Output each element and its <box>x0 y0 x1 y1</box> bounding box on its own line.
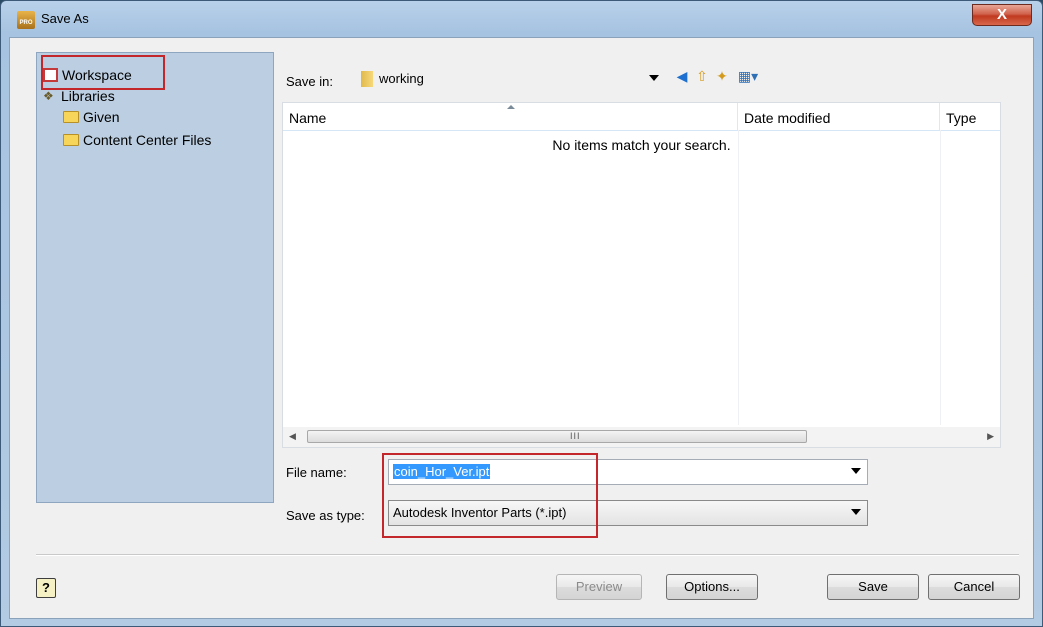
column-header-type[interactable]: Type <box>940 103 1002 130</box>
column-header-date-modified[interactable]: Date modified <box>738 103 940 130</box>
horizontal-scrollbar[interactable]: ◀ III ▶ <box>283 427 1000 447</box>
header-divider <box>283 130 1000 131</box>
back-icon[interactable]: ◀ <box>674 68 690 84</box>
new-folder-icon[interactable]: ✦ <box>714 68 730 84</box>
save-in-label: Save in: <box>286 74 333 89</box>
save-as-dialog: PRO Save As X Workspace ❖ Libraries Give… <box>0 0 1043 627</box>
file-name-label: File name: <box>286 465 347 480</box>
workspace-highlight <box>41 55 165 90</box>
file-list[interactable]: Name Date modified Type No items match y… <box>282 102 1001 448</box>
view-menu-icon[interactable]: ▦▾ <box>734 68 762 84</box>
window-title: Save As <box>41 11 89 26</box>
location-panel: Workspace ❖ Libraries Given Content Cent… <box>36 52 274 503</box>
folder-icon <box>63 134 79 146</box>
app-icon: PRO <box>17 11 35 29</box>
libraries-icon: ❖ <box>43 89 54 103</box>
save-in-dropdown[interactable]: working <box>354 66 666 92</box>
empty-message: No items match your search. <box>552 137 731 153</box>
column-header-name[interactable]: Name <box>283 103 738 130</box>
nav-item-label: Libraries <box>61 88 115 104</box>
file-fields-highlight <box>382 453 598 538</box>
scroll-left-icon[interactable]: ◀ <box>289 431 296 442</box>
title-bar[interactable]: PRO Save As X <box>1 1 1042 37</box>
save-button[interactable]: Save <box>827 574 919 600</box>
close-button[interactable]: X <box>972 4 1032 26</box>
nav-item-libraries[interactable]: ❖ Libraries <box>43 88 115 104</box>
nav-item-label: Given <box>83 109 120 125</box>
folder-icon <box>361 71 373 87</box>
save-as-type-label: Save as type: <box>286 508 365 523</box>
folder-icon <box>63 111 79 123</box>
nav-item-label: Content Center Files <box>83 132 212 148</box>
column-divider <box>738 130 739 425</box>
separator <box>36 554 1019 555</box>
preview-button[interactable]: Preview <box>556 574 642 600</box>
column-divider <box>940 130 941 425</box>
help-button[interactable]: ? <box>36 578 56 598</box>
chevron-down-icon <box>649 75 659 81</box>
nav-item-given[interactable]: Given <box>63 109 120 125</box>
scroll-grip: III <box>570 431 581 441</box>
cancel-button[interactable]: Cancel <box>928 574 1020 600</box>
options-button[interactable]: Options... <box>666 574 758 600</box>
scroll-thumb[interactable]: III <box>307 430 807 443</box>
chevron-down-icon <box>851 509 861 515</box>
chevron-down-icon[interactable] <box>851 468 861 474</box>
scroll-right-icon[interactable]: ▶ <box>987 431 994 442</box>
nav-item-content-center-files[interactable]: Content Center Files <box>63 132 211 148</box>
sort-ascending-icon <box>507 105 515 109</box>
dialog-body: Workspace ❖ Libraries Given Content Cent… <box>9 37 1034 619</box>
save-in-value: working <box>379 71 424 86</box>
up-folder-icon[interactable]: ⇧ <box>694 68 710 84</box>
